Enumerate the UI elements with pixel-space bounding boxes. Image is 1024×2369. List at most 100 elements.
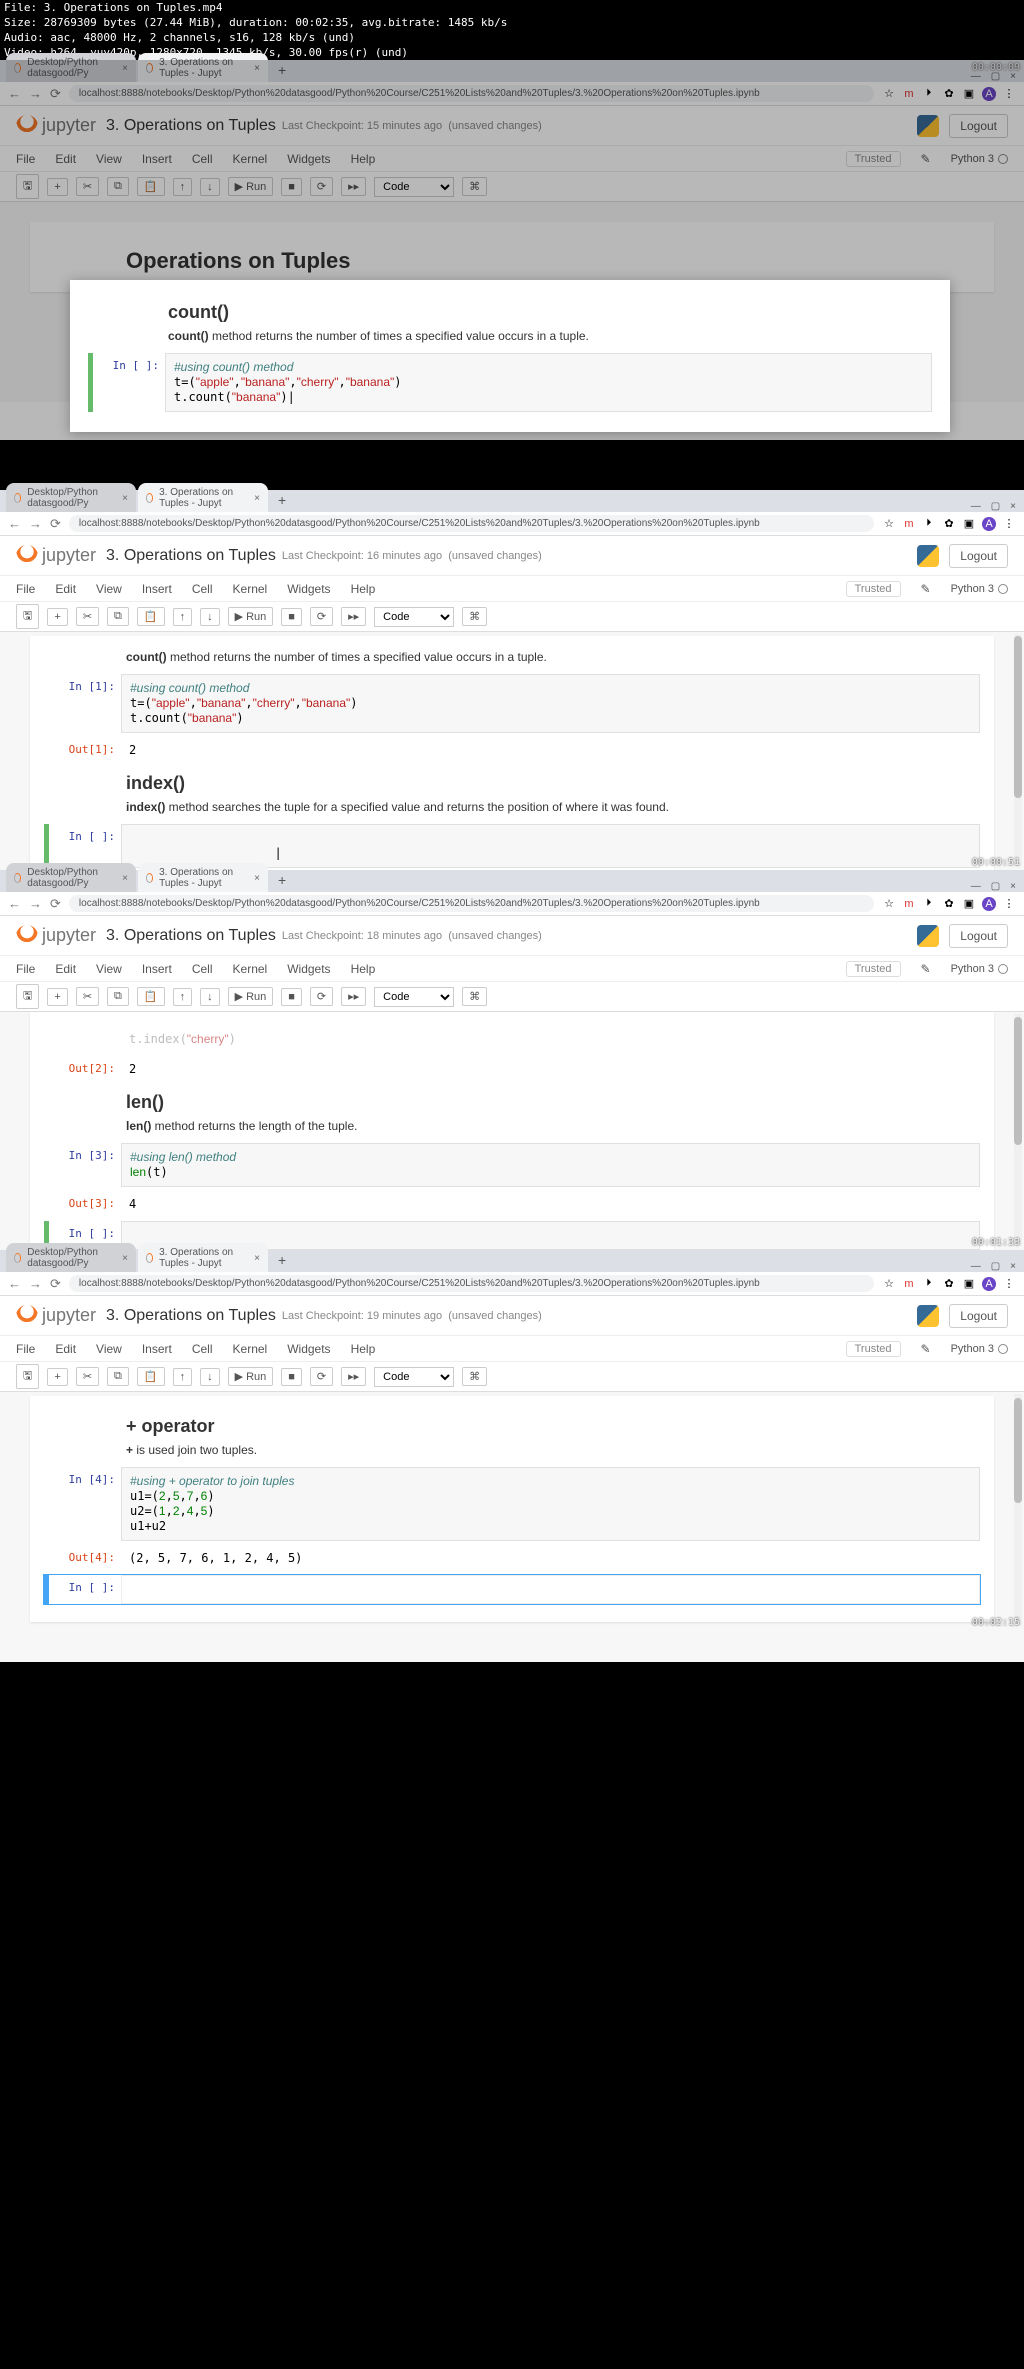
run-button[interactable]: ▶ Run — [228, 607, 274, 626]
trusted-badge[interactable]: Trusted — [846, 581, 901, 597]
move-down-button[interactable]: ↓ — [200, 608, 220, 626]
code-cell[interactable]: In [3]: #using len() method len(t) — [44, 1143, 980, 1187]
interrupt-button[interactable]: ■ — [281, 608, 302, 626]
restart-run-button[interactable]: ▸▸ — [341, 607, 366, 626]
menu-cell[interactable]: Cell — [192, 152, 213, 166]
notebook-title[interactable]: 3. Operations on Tuples — [106, 117, 276, 135]
cut-button[interactable]: ✂ — [76, 607, 99, 626]
menu-kernel[interactable]: Kernel — [233, 152, 268, 166]
browser-tab-active[interactable]: 3. Operations on Tuples - Jupyt× — [138, 1243, 268, 1272]
move-up-button[interactable]: ↑ — [173, 608, 193, 626]
menu-insert[interactable]: Insert — [142, 152, 172, 166]
code-editor[interactable]: #using count() method t=("apple","banana… — [165, 353, 932, 412]
browser-tab-active[interactable]: 3. Operations on Tuples - Jupyt× — [138, 53, 268, 82]
code-cell-empty[interactable]: In [ ]: — [44, 1575, 980, 1604]
run-button[interactable]: ▶ Run — [228, 1367, 274, 1386]
run-button[interactable]: ▶ Run — [228, 177, 274, 196]
move-up-button[interactable]: ↑ — [173, 178, 193, 196]
logout-button[interactable]: Logout — [949, 114, 1008, 138]
url-field[interactable]: localhost:8888/notebooks/Desktop/Python%… — [69, 515, 874, 532]
code-editor[interactable]: #using + operator to join tuples u1=(2,5… — [121, 1467, 980, 1541]
menu-widgets[interactable]: Widgets — [287, 152, 330, 166]
interrupt-button[interactable]: ■ — [281, 178, 302, 196]
menu-edit[interactable]: Edit — [55, 582, 76, 596]
desc-count: count() method returns the number of tim… — [126, 650, 980, 664]
menu-kernel[interactable]: Kernel — [233, 582, 268, 596]
code-editor[interactable] — [121, 1575, 980, 1604]
copy-button[interactable]: ⧉ — [107, 177, 129, 196]
menu-insert[interactable]: Insert — [142, 582, 172, 596]
save-button[interactable]: 🖫 — [16, 604, 39, 629]
paste-button[interactable]: 📋 — [137, 177, 165, 196]
restart-button[interactable]: ⟳ — [310, 607, 333, 626]
paste-button[interactable]: 📋 — [137, 607, 165, 626]
kernel-indicator[interactable]: Python 3 — [951, 583, 1008, 595]
restart-button[interactable]: ⟳ — [310, 177, 333, 196]
menu-file[interactable]: File — [16, 152, 35, 166]
notebook-title[interactable]: 3. Operations on Tuples — [106, 547, 276, 565]
back-icon[interactable]: ← — [8, 516, 21, 531]
browser-tab[interactable]: Desktop/Python datasgood/Py× — [6, 1243, 136, 1272]
trusted-badge[interactable]: Trusted — [846, 151, 901, 167]
celltype-select[interactable]: Code — [374, 607, 454, 627]
menu-help[interactable]: Help — [351, 152, 376, 166]
edit-icon[interactable]: ✎ — [921, 582, 931, 596]
command-palette-button[interactable]: ⌘ — [462, 607, 487, 626]
extension-icon[interactable]: ▣ — [962, 87, 976, 101]
code-editor[interactable]: #using count() method t=("apple","banana… — [121, 674, 980, 733]
code-cell[interactable]: In [ ]: #using count() method t=("apple"… — [88, 353, 932, 412]
run-button[interactable]: ▶ Run — [228, 987, 274, 1006]
new-tab-button[interactable]: + — [270, 62, 294, 82]
code-editor[interactable]: #using len() method len(t) — [121, 1143, 980, 1187]
url-field[interactable]: localhost:8888/notebooks/Desktop/Python%… — [69, 1275, 874, 1292]
code-cell[interactable]: In [4]: #using + operator to join tuples… — [44, 1467, 980, 1541]
command-palette-button[interactable]: ⌘ — [462, 177, 487, 196]
menu-help[interactable]: Help — [351, 582, 376, 596]
extension-icon[interactable]: m — [902, 87, 916, 101]
menu-view[interactable]: View — [96, 152, 122, 166]
menu-view[interactable]: View — [96, 582, 122, 596]
logout-button[interactable]: Logout — [949, 924, 1008, 948]
new-tab-button[interactable]: + — [270, 492, 294, 512]
logout-button[interactable]: Logout — [949, 544, 1008, 568]
star-icon[interactable]: ☆ — [882, 87, 896, 101]
url-field[interactable]: localhost:8888/notebooks/Desktop/Python%… — [69, 895, 874, 912]
move-down-button[interactable]: ↓ — [200, 178, 220, 196]
reload-icon[interactable]: ⟳ — [50, 516, 61, 532]
extension-icon[interactable]: 🞂 — [922, 87, 936, 101]
forward-icon[interactable]: → — [29, 516, 42, 531]
add-cell-button[interactable]: + — [47, 178, 67, 196]
kernel-indicator[interactable]: Python 3 — [951, 153, 1008, 165]
edit-icon[interactable]: ✎ — [921, 152, 931, 166]
browser-tab-active[interactable]: 3. Operations on Tuples - Jupyt× — [138, 863, 268, 892]
save-button[interactable]: 🖫 — [16, 174, 39, 199]
restart-run-button[interactable]: ▸▸ — [341, 177, 366, 196]
browser-tab[interactable]: Desktop/Python datasgood/Py× — [6, 483, 136, 512]
jupyter-logo[interactable]: jupyter — [16, 115, 96, 137]
code-cell[interactable]: In [1]: #using count() method t=("apple"… — [44, 674, 980, 733]
profile-avatar[interactable]: A — [982, 87, 996, 101]
jupyter-logo[interactable]: jupyter — [16, 545, 96, 567]
add-cell-button[interactable]: + — [47, 608, 67, 626]
menu-cell[interactable]: Cell — [192, 582, 213, 596]
code-cell-empty[interactable]: In [ ]: | — [44, 824, 980, 868]
url-field[interactable]: localhost:8888/notebooks/Desktop/Python%… — [69, 85, 874, 102]
close-icon[interactable]: × — [122, 63, 128, 74]
browser-tab[interactable]: Desktop/Python datasgood/Py× — [6, 863, 136, 892]
more-icon[interactable]: ⋮ — [1002, 87, 1016, 101]
browser-tab[interactable]: Desktop/Python datasgood/Py× — [6, 53, 136, 82]
celltype-select[interactable]: Code — [374, 177, 454, 197]
menu-file[interactable]: File — [16, 582, 35, 596]
reload-icon[interactable]: ⟳ — [50, 86, 61, 102]
forward-icon[interactable]: → — [29, 86, 42, 101]
code-editor[interactable]: | — [121, 824, 980, 868]
menu-edit[interactable]: Edit — [55, 152, 76, 166]
browser-tab-active[interactable]: 3. Operations on Tuples - Jupyt× — [138, 483, 268, 512]
copy-button[interactable]: ⧉ — [107, 607, 129, 626]
close-icon[interactable]: × — [254, 63, 260, 74]
logout-button[interactable]: Logout — [949, 1304, 1008, 1328]
extension-icon[interactable]: ✿ — [942, 87, 956, 101]
menu-widgets[interactable]: Widgets — [287, 582, 330, 596]
back-icon[interactable]: ← — [8, 86, 21, 101]
cut-button[interactable]: ✂ — [76, 177, 99, 196]
